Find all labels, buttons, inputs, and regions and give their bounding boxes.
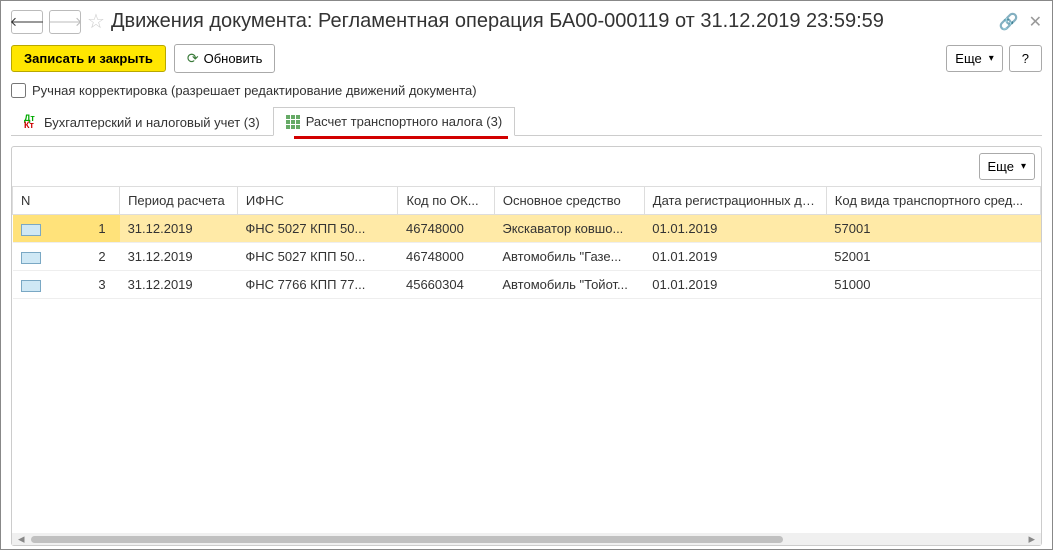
tab-label: Расчет транспортного налога (3)	[306, 114, 503, 129]
page-title: Движения документа: Регламентная операци…	[111, 10, 993, 33]
tab-label: Бухгалтерский и налоговый учет (3)	[44, 115, 260, 130]
cell-kod: 45660304	[398, 271, 494, 299]
refresh-button[interactable]: ⟳ Обновить	[174, 44, 276, 73]
grid-icon	[286, 115, 300, 129]
cell-date: 01.01.2019	[644, 215, 826, 243]
cell-kod: 46748000	[398, 215, 494, 243]
table-row[interactable]: 331.12.2019ФНС 7766 КПП 77...45660304Авт…	[13, 271, 1041, 299]
table-row[interactable]: 131.12.2019ФНС 5027 КПП 50...46748000Экс…	[13, 215, 1041, 243]
scroll-right-icon: ▸	[1028, 531, 1035, 547]
cell-kvid: 51000	[826, 271, 1040, 299]
col-date[interactable]: Дата регистрационных данных	[644, 187, 826, 215]
debit-credit-icon: ДтКт	[24, 115, 38, 129]
save-close-button[interactable]: Записать и закрыть	[11, 45, 166, 72]
cell-period: 31.12.2019	[120, 243, 238, 271]
panel-more-button[interactable]: Еще ▾	[979, 153, 1035, 180]
refresh-icon: ⟳	[187, 50, 199, 67]
nav-back-button[interactable]: 🡐	[11, 10, 43, 34]
row-type-icon	[21, 280, 41, 292]
table-row[interactable]: 231.12.2019ФНС 5027 КПП 50...46748000Авт…	[13, 243, 1041, 271]
scroll-left-icon: ◂	[18, 531, 25, 547]
cell-date: 01.01.2019	[644, 243, 826, 271]
cell-kvid: 52001	[826, 243, 1040, 271]
col-period[interactable]: Период расчета	[120, 187, 238, 215]
col-ifns[interactable]: ИФНС	[237, 187, 398, 215]
table-header-row: N Период расчета ИФНС Код по ОК... Основ…	[13, 187, 1041, 215]
favorite-star-icon[interactable]: ☆	[87, 9, 105, 34]
title-bar: 🡐 🡒 ☆ Движения документа: Регламентная о…	[11, 9, 1042, 34]
table-container: N Период расчета ИФНС Код по ОК... Основ…	[12, 186, 1041, 533]
manual-correction-row: Ручная корректировка (разрешает редактир…	[11, 83, 1042, 98]
cell-kvid: 57001	[826, 215, 1040, 243]
col-kvid[interactable]: Код вида транспортного сред...	[826, 187, 1040, 215]
refresh-label: Обновить	[204, 51, 263, 66]
cell-date: 01.01.2019	[644, 271, 826, 299]
cell-period: 31.12.2019	[120, 215, 238, 243]
cell-n: 1	[13, 215, 120, 243]
help-button[interactable]: ?	[1009, 45, 1042, 72]
nav-forward-button[interactable]: 🡒	[49, 10, 81, 34]
col-kod[interactable]: Код по ОК...	[398, 187, 494, 215]
data-table: N Период расчета ИФНС Код по ОК... Основ…	[12, 187, 1041, 299]
toolbar: Записать и закрыть ⟳ Обновить Еще ▾ ?	[11, 44, 1042, 73]
cell-os: Автомобиль "Тойот...	[494, 271, 644, 299]
close-icon[interactable]: ✕	[1029, 12, 1042, 32]
scroll-thumb[interactable]	[31, 536, 784, 543]
tabs: ДтКт Бухгалтерский и налоговый учет (3) …	[11, 106, 1042, 136]
row-type-icon	[21, 252, 41, 264]
cell-os: Экскаватор ковшо...	[494, 215, 644, 243]
chevron-down-icon: ▾	[989, 53, 994, 64]
tab-accounting[interactable]: ДтКт Бухгалтерский и налоговый учет (3)	[11, 107, 273, 136]
cell-n: 2	[13, 243, 120, 271]
manual-correction-label: Ручная корректировка (разрешает редактир…	[32, 83, 477, 98]
cell-kod: 46748000	[398, 243, 494, 271]
more-label: Еще	[955, 51, 981, 66]
manual-correction-checkbox[interactable]	[11, 83, 26, 98]
cell-n: 3	[13, 271, 120, 299]
chevron-down-icon: ▾	[1021, 161, 1026, 172]
cell-ifns: ФНС 5027 КПП 50...	[237, 243, 398, 271]
cell-os: Автомобиль "Газе...	[494, 243, 644, 271]
panel-more-label: Еще	[988, 159, 1014, 174]
cell-period: 31.12.2019	[120, 271, 238, 299]
link-icon[interactable]: 🔗	[999, 12, 1019, 32]
more-button[interactable]: Еще ▾	[946, 45, 1002, 72]
cell-ifns: ФНС 7766 КПП 77...	[237, 271, 398, 299]
col-n[interactable]: N	[13, 187, 120, 215]
horizontal-scrollbar[interactable]: ◂ ▸	[12, 533, 1041, 545]
row-type-icon	[21, 224, 41, 236]
col-os[interactable]: Основное средство	[494, 187, 644, 215]
tab-transport-tax[interactable]: Расчет транспортного налога (3)	[273, 107, 516, 136]
cell-ifns: ФНС 5027 КПП 50...	[237, 215, 398, 243]
data-panel: Еще ▾ N Период расчета ИФНС Код по ОК...…	[11, 146, 1042, 546]
